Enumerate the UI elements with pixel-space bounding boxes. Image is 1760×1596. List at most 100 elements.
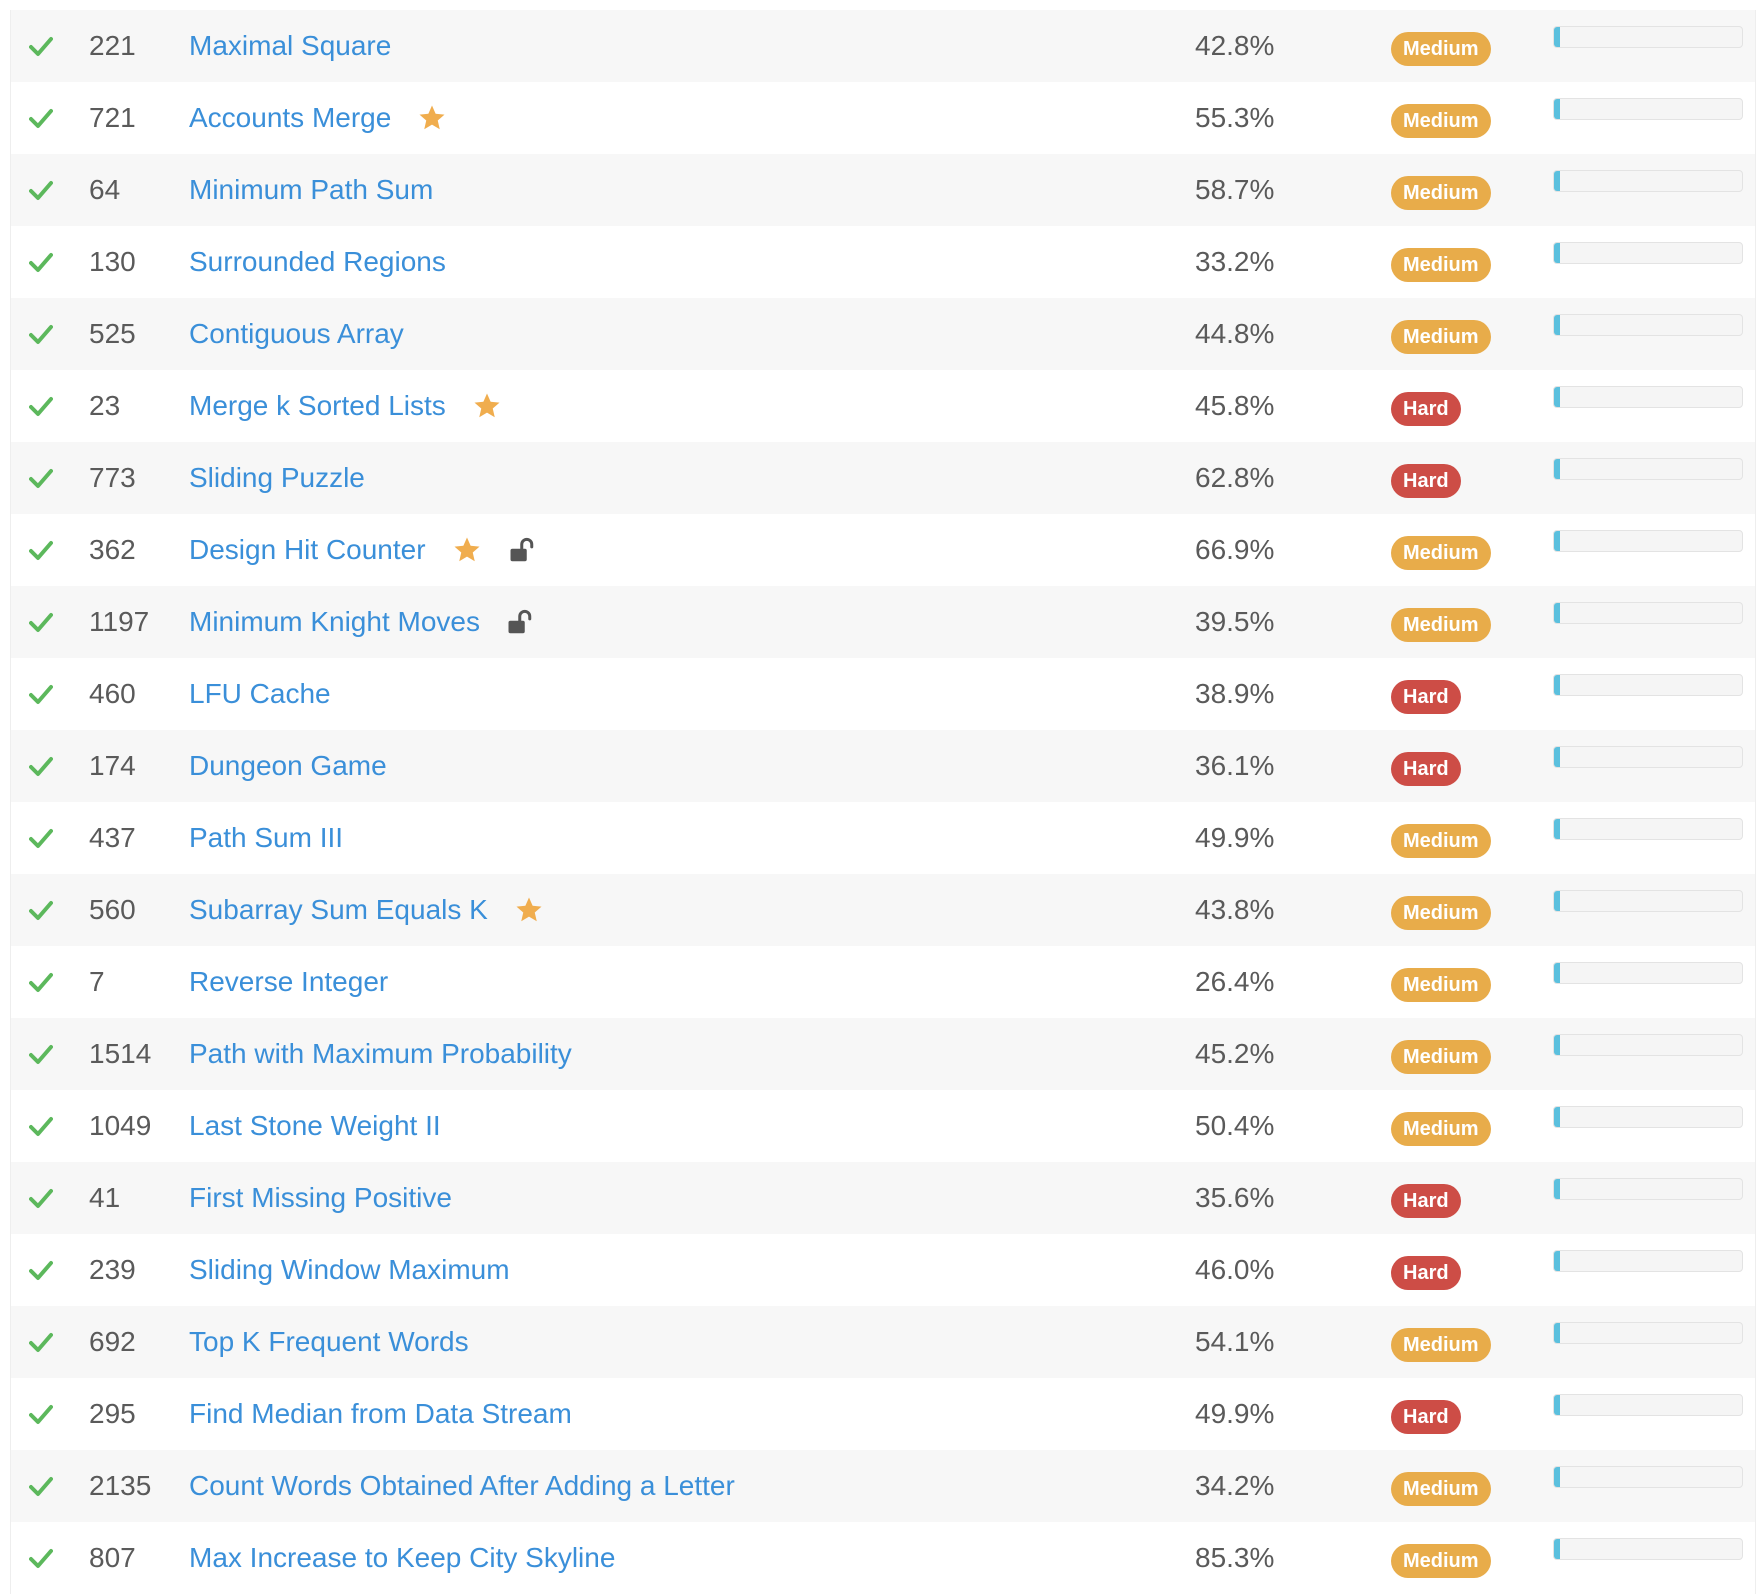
check-icon <box>29 34 53 58</box>
problem-title-link[interactable]: Max Increase to Keep City Skyline <box>189 1542 615 1574</box>
title-cell: Sliding Puzzle <box>189 442 365 514</box>
title-cell: Max Increase to Keep City Skyline <box>189 1522 615 1594</box>
difficulty-badge[interactable]: Hard <box>1391 752 1461 786</box>
difficulty-badge[interactable]: Medium <box>1391 32 1491 66</box>
frequency-bar <box>1553 386 1743 408</box>
problem-title-link[interactable]: Find Median from Data Stream <box>189 1398 572 1430</box>
problem-title-link[interactable]: Path with Maximum Probability <box>189 1038 572 1070</box>
difficulty-badge[interactable]: Medium <box>1391 104 1491 138</box>
star-icon <box>514 895 544 925</box>
difficulty-badge[interactable]: Medium <box>1391 1328 1491 1362</box>
problem-id: 174 <box>89 750 136 781</box>
difficulty-badge[interactable]: Medium <box>1391 536 1491 570</box>
title-cell: Last Stone Weight II <box>189 1090 441 1162</box>
problem-title-link[interactable]: Last Stone Weight II <box>189 1110 441 1142</box>
difficulty-badge[interactable]: Hard <box>1391 392 1461 426</box>
difficulty-badge[interactable]: Medium <box>1391 248 1491 282</box>
problem-title-link[interactable]: Minimum Path Sum <box>189 174 433 206</box>
difficulty-badge[interactable]: Medium <box>1391 1040 1491 1074</box>
difficulty-badge[interactable]: Hard <box>1391 1256 1461 1290</box>
difficulty-badge[interactable]: Medium <box>1391 896 1491 930</box>
problem-id: 692 <box>89 1326 136 1357</box>
difficulty-badge[interactable]: Hard <box>1391 1400 1461 1434</box>
title-cell: Subarray Sum Equals K <box>189 874 544 946</box>
frequency-bar <box>1553 242 1743 264</box>
acceptance-rate: 45.8% <box>1195 390 1275 421</box>
title-cell: Dungeon Game <box>189 730 387 802</box>
acceptance-rate: 35.6% <box>1195 1182 1275 1213</box>
title-cell: Path Sum III <box>189 802 343 874</box>
acceptance-rate: 49.9% <box>1195 1398 1275 1429</box>
problem-title-link[interactable]: Contiguous Array <box>189 318 404 350</box>
table-row: 460 LFU Cache 38.9% Hard <box>11 658 1755 730</box>
check-icon <box>29 394 53 418</box>
table-row: 692 Top K Frequent Words 54.1% Medium <box>11 1306 1755 1378</box>
table-row: 773 Sliding Puzzle 62.8% Hard <box>11 442 1755 514</box>
check-icon <box>29 322 53 346</box>
acceptance-rate: 33.2% <box>1195 246 1275 277</box>
check-icon <box>29 250 53 274</box>
table-row: 1049 Last Stone Weight II 50.4% Medium <box>11 1090 1755 1162</box>
frequency-bar <box>1553 1394 1743 1416</box>
problem-title-link[interactable]: LFU Cache <box>189 678 331 710</box>
problem-title-link[interactable]: Dungeon Game <box>189 750 387 782</box>
title-cell: Count Words Obtained After Adding a Lett… <box>189 1450 735 1522</box>
difficulty-badge[interactable]: Medium <box>1391 824 1491 858</box>
star-icon <box>452 535 482 565</box>
frequency-fill <box>1554 819 1560 839</box>
problem-title-link[interactable]: Sliding Puzzle <box>189 462 365 494</box>
problem-id: 773 <box>89 462 136 493</box>
difficulty-badge[interactable]: Medium <box>1391 1472 1491 1506</box>
difficulty-badge[interactable]: Medium <box>1391 1112 1491 1146</box>
title-cell: LFU Cache <box>189 658 331 730</box>
frequency-fill <box>1554 243 1560 263</box>
check-icon <box>29 682 53 706</box>
acceptance-rate: 44.8% <box>1195 318 1275 349</box>
check-icon <box>29 610 53 634</box>
frequency-fill <box>1554 387 1560 407</box>
table-row: 362 Design Hit Counter 66.9% Medium <box>11 514 1755 586</box>
difficulty-badge[interactable]: Medium <box>1391 968 1491 1002</box>
problem-title-link[interactable]: Surrounded Regions <box>189 246 446 278</box>
difficulty-badge[interactable]: Medium <box>1391 320 1491 354</box>
difficulty-badge[interactable]: Hard <box>1391 464 1461 498</box>
problem-title-link[interactable]: Path Sum III <box>189 822 343 854</box>
problem-title-link[interactable]: Accounts Merge <box>189 102 391 134</box>
difficulty-badge[interactable]: Medium <box>1391 1544 1491 1578</box>
problem-title-link[interactable]: Sliding Window Maximum <box>189 1254 510 1286</box>
problem-id: 362 <box>89 534 136 565</box>
problem-title-link[interactable]: Subarray Sum Equals K <box>189 894 488 926</box>
problem-title-link[interactable]: Design Hit Counter <box>189 534 426 566</box>
table-row: 2135 Count Words Obtained After Adding a… <box>11 1450 1755 1522</box>
difficulty-badge[interactable]: Hard <box>1391 680 1461 714</box>
frequency-fill <box>1554 963 1560 983</box>
check-icon <box>29 1042 53 1066</box>
problem-title-link[interactable]: Merge k Sorted Lists <box>189 390 446 422</box>
frequency-fill <box>1554 1251 1560 1271</box>
frequency-bar <box>1553 602 1743 624</box>
problem-id: 2135 <box>89 1470 152 1501</box>
table-row: 221 Maximal Square 42.8% Medium <box>11 10 1755 82</box>
difficulty-badge[interactable]: Hard <box>1391 1184 1461 1218</box>
problem-title-link[interactable]: Count Words Obtained After Adding a Lett… <box>189 1470 735 1502</box>
problem-title-link[interactable]: First Missing Positive <box>189 1182 452 1214</box>
check-icon <box>29 1546 53 1570</box>
frequency-fill <box>1554 1467 1560 1487</box>
problem-title-link[interactable]: Maximal Square <box>189 30 391 62</box>
frequency-fill <box>1554 99 1560 119</box>
difficulty-badge[interactable]: Medium <box>1391 608 1491 642</box>
acceptance-rate: 66.9% <box>1195 534 1275 565</box>
problem-title-link[interactable]: Minimum Knight Moves <box>189 606 480 638</box>
acceptance-rate: 43.8% <box>1195 894 1275 925</box>
problem-id: 64 <box>89 174 121 205</box>
table-row: 23 Merge k Sorted Lists 45.8% Hard <box>11 370 1755 442</box>
table-row: 721 Accounts Merge 55.3% Medium <box>11 82 1755 154</box>
difficulty-badge[interactable]: Medium <box>1391 176 1491 210</box>
problem-title-link[interactable]: Reverse Integer <box>189 966 388 998</box>
check-icon <box>29 970 53 994</box>
check-icon <box>29 1402 53 1426</box>
problem-id: 721 <box>89 102 136 133</box>
acceptance-rate: 38.9% <box>1195 678 1275 709</box>
problem-title-link[interactable]: Top K Frequent Words <box>189 1326 469 1358</box>
check-icon <box>29 466 53 490</box>
